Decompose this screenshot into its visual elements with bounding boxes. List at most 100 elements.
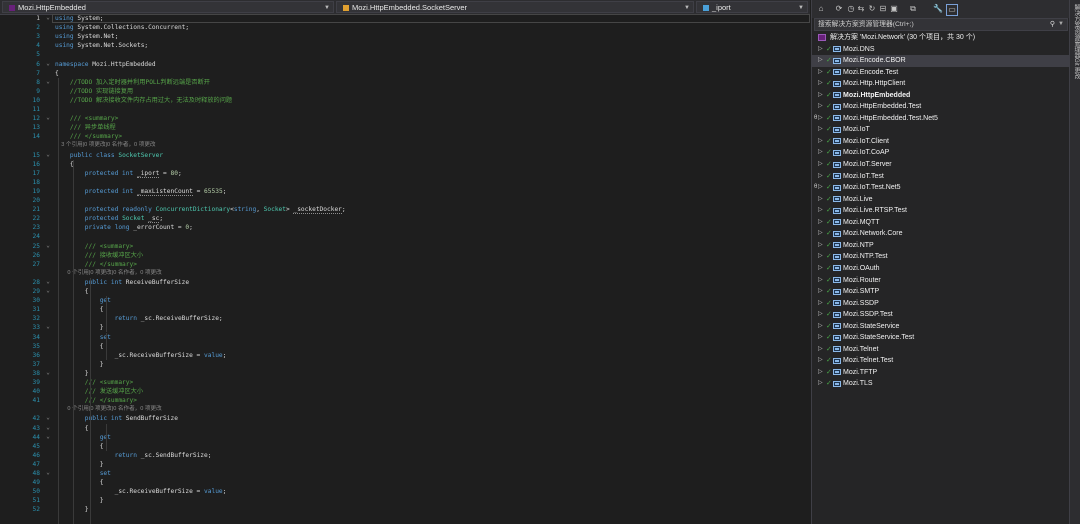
project-node[interactable]: ▷ ✓ Mozi.Http.HttpClient xyxy=(812,78,1070,90)
outline-collapse-icon[interactable]: ⌄ xyxy=(45,278,51,285)
outline-collapse-icon[interactable]: ⌄ xyxy=(45,414,51,421)
project-node[interactable]: ▷ ✓ Mozi.IoT xyxy=(812,124,1070,136)
project-node[interactable]: θ ▷ ✓ Mozi.HttpEmbedded.Test.Net5 xyxy=(812,113,1070,125)
expand-arrow-icon[interactable]: ▷ xyxy=(818,321,823,333)
codelens-reference[interactable]: 3 个引用|0 项更改|0 名作者，0 项更改 xyxy=(0,141,810,150)
filter-icon[interactable]: ⧉ xyxy=(908,4,918,14)
expand-arrow-icon[interactable]: ▷ xyxy=(818,159,823,171)
project-node[interactable]: ▷ ✓ Mozi.Encode.CBOR xyxy=(812,55,1070,67)
show-all-files-icon[interactable]: ▣ xyxy=(889,4,899,14)
outline-collapse-icon[interactable]: ⌄ xyxy=(45,114,51,121)
expand-arrow-icon[interactable]: ▷ xyxy=(818,286,823,298)
expand-arrow-icon[interactable]: ▷ xyxy=(818,147,823,159)
collapse-all-icon[interactable]: ⊟ xyxy=(878,4,888,14)
outline-collapse-icon[interactable]: ⌄ xyxy=(45,424,51,431)
project-node[interactable]: ▷ ✓ Mozi.NTP xyxy=(812,240,1070,252)
expand-arrow-icon[interactable]: ▷ xyxy=(818,136,823,148)
project-node[interactable]: ▷ ✓ Mozi.IoT.CoAP xyxy=(812,147,1070,159)
expand-arrow-icon[interactable]: ▷ xyxy=(818,67,823,79)
solution-explorer-search[interactable]: 搜索解决方案资源管理器(Ctrl+;) ⚲ ▼ xyxy=(814,18,1068,31)
code-area[interactable]: 1 using System; 2 using System.Collections.… xyxy=(0,14,810,524)
project-node[interactable]: ▷ ✓ Mozi.IoT.Test xyxy=(812,171,1070,183)
expand-arrow-icon[interactable]: ▷ xyxy=(818,298,823,310)
project-node[interactable]: ▷ ✓ Mozi.DNS xyxy=(812,44,1070,56)
project-node[interactable]: ▷ ✓ Mozi.IoT.Client xyxy=(812,136,1070,148)
preview-icon[interactable]: ▭ xyxy=(946,4,958,16)
expand-arrow-icon[interactable]: ▷ xyxy=(818,205,823,217)
expand-arrow-icon[interactable]: ▷ xyxy=(818,113,823,125)
expand-arrow-icon[interactable]: ▷ xyxy=(818,124,823,136)
expand-arrow-icon[interactable]: ▷ xyxy=(818,263,823,275)
codelens-text[interactable]: 0 个引用|0 项更改|0 名作者，0 项更改 xyxy=(55,269,161,278)
codelens-text[interactable]: 0 个引用|0 项更改|0 名作者，0 项更改 xyxy=(55,405,161,414)
outline-collapse-icon[interactable]: ⌄ xyxy=(45,78,51,85)
project-node[interactable]: ▷ ✓ Mozi.SSDP.Test xyxy=(812,309,1070,321)
project-node[interactable]: ▷ ✓ Mozi.OAuth xyxy=(812,263,1070,275)
expand-arrow-icon[interactable]: ▷ xyxy=(818,78,823,90)
expand-arrow-icon[interactable]: ▷ xyxy=(818,344,823,356)
project-node[interactable]: ▷ ✓ Mozi.Live xyxy=(812,194,1070,206)
outline-collapse-icon[interactable]: ⌄ xyxy=(45,287,51,294)
expand-arrow-icon[interactable]: ▷ xyxy=(818,182,823,194)
project-node[interactable]: ▷ ✓ Mozi.TFTP xyxy=(812,367,1070,379)
code-editor[interactable]: Mozi.HttpEmbedded ▼ Mozi.HttpEmbedded.So… xyxy=(0,0,810,524)
solution-node[interactable]: 解决方案 'Mozi.Network' (30 个项目，共 30 个) xyxy=(812,32,1070,44)
project-node[interactable]: ▷ ✓ Mozi.StateService.Test xyxy=(812,332,1070,344)
tab-git-changes[interactable]: Git 更改 xyxy=(1071,58,1080,79)
project-node[interactable]: θ ▷ ✓ Mozi.IoT.Test.Net5 xyxy=(812,182,1070,194)
project-node[interactable]: ▷ ✓ Mozi.MQTT xyxy=(812,217,1070,229)
expand-arrow-icon[interactable]: ▷ xyxy=(818,90,823,102)
expand-arrow-icon[interactable]: ▷ xyxy=(818,171,823,183)
outline-collapse-icon[interactable]: ⌄ xyxy=(45,242,51,249)
outline-collapse-icon[interactable]: ⌄ xyxy=(45,151,51,158)
member-dropdown[interactable]: _iport ▼ xyxy=(696,1,808,13)
project-node[interactable]: ▷ ✓ Mozi.Router xyxy=(812,275,1070,287)
outline-collapse-icon[interactable]: ⌄ xyxy=(45,469,51,476)
home-icon[interactable]: ⌂ xyxy=(816,4,826,14)
project-node[interactable]: ▷ ✓ Mozi.SMTP xyxy=(812,286,1070,298)
expand-arrow-icon[interactable]: ▷ xyxy=(818,240,823,252)
refresh-icon[interactable]: ↻ xyxy=(867,4,877,14)
outline-collapse-icon[interactable]: ⌄ xyxy=(45,369,51,376)
project-node[interactable]: ▷ ✓ Mozi.Telnet.Test xyxy=(812,355,1070,367)
project-node[interactable]: ▷ ✓ Mozi.Network.Core xyxy=(812,228,1070,240)
type-dropdown[interactable]: Mozi.HttpEmbedded.SocketServer ▼ xyxy=(336,1,694,13)
chevron-down-icon[interactable]: ▼ xyxy=(1058,19,1064,30)
search-icon[interactable]: ⚲ xyxy=(1050,19,1055,30)
project-node[interactable]: ▷ ✓ Mozi.HttpEmbedded.Test xyxy=(812,101,1070,113)
outline-collapse-icon[interactable]: ⌄ xyxy=(45,323,51,330)
expand-arrow-icon[interactable]: ▷ xyxy=(818,194,823,206)
expand-arrow-icon[interactable]: ▷ xyxy=(818,355,823,367)
project-node[interactable]: ▷ ✓ Mozi.TLS xyxy=(812,378,1070,390)
properties-wrench-icon[interactable]: 🔧 xyxy=(933,4,943,14)
expand-arrow-icon[interactable]: ▷ xyxy=(818,55,823,67)
swap-icon[interactable]: ⇆ xyxy=(856,4,866,14)
outline-collapse-icon[interactable]: ⌄ xyxy=(45,433,51,440)
outline-collapse-icon[interactable]: ⌄ xyxy=(45,14,51,21)
project-dropdown[interactable]: Mozi.HttpEmbedded ▼ xyxy=(2,1,334,13)
sync-icon[interactable]: ⟳ xyxy=(834,4,844,14)
project-node[interactable]: ▷ ✓ Mozi.Telnet xyxy=(812,344,1070,356)
outline-collapse-icon[interactable]: ⌄ xyxy=(45,60,51,67)
project-node[interactable]: ▷ ✓ Mozi.IoT.Server xyxy=(812,159,1070,171)
project-node[interactable]: ▷ ✓ Mozi.StateService xyxy=(812,321,1070,333)
expand-arrow-icon[interactable]: ▷ xyxy=(818,332,823,344)
expand-arrow-icon[interactable]: ▷ xyxy=(818,101,823,113)
expand-arrow-icon[interactable]: ▷ xyxy=(818,378,823,390)
project-node[interactable]: ▷ ✓ Mozi.NTP.Test xyxy=(812,251,1070,263)
expand-arrow-icon[interactable]: ▷ xyxy=(818,275,823,287)
history-icon[interactable]: ◷ xyxy=(846,4,856,14)
project-node[interactable]: ▷ ✓ Mozi.SSDP xyxy=(812,298,1070,310)
expand-arrow-icon[interactable]: ▷ xyxy=(818,217,823,229)
expand-arrow-icon[interactable]: ▷ xyxy=(818,367,823,379)
tab-solution-explorer[interactable]: 解决方案资源管理器 xyxy=(1071,4,1080,58)
expand-arrow-icon[interactable]: ▷ xyxy=(818,228,823,240)
codelens-reference[interactable]: 0 个引用|0 项更改|0 名作者，0 项更改 xyxy=(0,405,810,414)
expand-arrow-icon[interactable]: ▷ xyxy=(818,251,823,263)
codelens-text[interactable]: 3 个引用|0 项更改|0 名作者，0 项更改 xyxy=(55,141,155,150)
expand-arrow-icon[interactable]: ▷ xyxy=(818,309,823,321)
project-node[interactable]: ▷ ✓ Mozi.Live.RTSP.Test xyxy=(812,205,1070,217)
expand-arrow-icon[interactable]: ▷ xyxy=(818,44,823,56)
codelens-reference[interactable]: 0 个引用|0 项更改|0 名作者，0 项更改 xyxy=(0,269,810,278)
project-node[interactable]: ▷ ✓ Mozi.HttpEmbedded xyxy=(812,90,1070,102)
